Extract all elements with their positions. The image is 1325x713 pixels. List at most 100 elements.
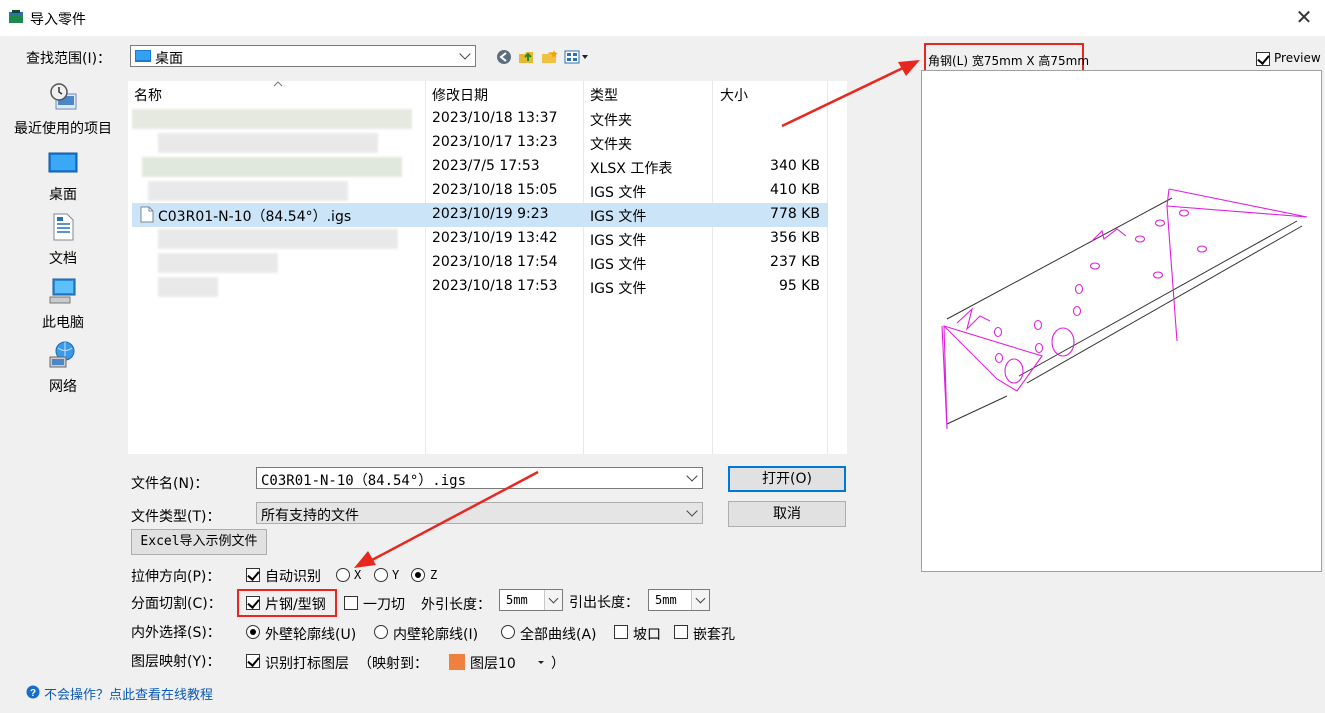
file-icon xyxy=(140,206,154,223)
file-type: IGS 文件 xyxy=(590,185,647,201)
file-row[interactable]: 2023/10/18 17:53 IGS 文件 95 KB xyxy=(128,275,828,299)
bevel-label: 坡口 xyxy=(633,627,661,643)
file-type: IGS 文件 xyxy=(590,209,647,225)
file-date: 2023/7/5 17:53 xyxy=(432,158,540,174)
file-row[interactable]: 2023/10/18 13:37 文件夹 xyxy=(128,107,828,131)
help-link[interactable]: 不会操作？点此查看在线教程 xyxy=(44,684,213,703)
part-preview-drawing xyxy=(941,188,1308,430)
file-size: 340 KB xyxy=(770,158,820,174)
all-curves-radio[interactable] xyxy=(501,625,515,639)
open-button[interactable]: 打开(O) xyxy=(728,466,846,492)
place-recent[interactable]: 最近使用的项目 xyxy=(4,82,122,138)
desktop-folder-icon xyxy=(135,50,151,62)
file-type: 文件夹 xyxy=(590,137,632,153)
outer-contour-radio[interactable] xyxy=(246,625,260,639)
filetype-label: 文件类型(T)： xyxy=(131,509,221,525)
layer-name[interactable]: 图层10 xyxy=(470,653,516,673)
blurred-filename xyxy=(148,181,348,201)
file-row-selected[interactable]: C03R01-N-10（84.54°）.igs 2023/10/19 9:23 … xyxy=(132,203,828,227)
preview-label: Preview xyxy=(1274,51,1321,65)
file-row[interactable]: 2023/10/19 13:42 IGS 文件 356 KB xyxy=(128,227,828,251)
up-folder-button[interactable] xyxy=(518,47,536,67)
column-header-size[interactable]: 大小 xyxy=(720,85,748,105)
filetype-select[interactable]: 所有支持的文件 xyxy=(256,502,703,524)
bevel-checkbox[interactable] xyxy=(614,625,628,639)
blurred-filename xyxy=(158,253,278,273)
plate-steel-label: 片钢/型钢 xyxy=(265,597,326,613)
app-icon xyxy=(9,10,23,23)
column-header-type[interactable]: 类型 xyxy=(590,85,618,105)
file-type: IGS 文件 xyxy=(590,257,647,273)
one-cut-checkbox[interactable] xyxy=(344,596,358,610)
lookin-value: 桌面 xyxy=(155,51,183,67)
cancel-button[interactable]: 取消 xyxy=(728,501,846,527)
radio-x-label: X xyxy=(354,568,362,582)
chevron-down-icon[interactable] xyxy=(686,470,698,482)
file-row[interactable]: 2023/10/17 13:23 文件夹 xyxy=(128,131,828,155)
blurred-filename xyxy=(158,277,218,297)
filename-input[interactable]: C03R01-N-10（84.54°）.igs xyxy=(256,467,703,489)
file-name: C03R01-N-10（84.54°）.igs xyxy=(158,209,352,225)
auto-detect-label: 自动识别 xyxy=(265,569,321,585)
place-network-label: 网络 xyxy=(49,379,77,395)
auto-detect-checkbox[interactable] xyxy=(246,568,260,582)
inout-label: 内外选择(S)： xyxy=(131,625,221,641)
place-documents-label: 文档 xyxy=(49,251,77,267)
chevron-down-icon xyxy=(686,505,698,517)
place-network[interactable]: 网络 xyxy=(4,340,122,396)
help-icon[interactable]: ? xyxy=(26,685,40,699)
nested-hole-checkbox[interactable] xyxy=(674,625,688,639)
file-type: 文件夹 xyxy=(590,113,632,129)
column-header-date[interactable]: 修改日期 xyxy=(432,85,488,105)
file-type: IGS 文件 xyxy=(590,281,647,297)
documents-icon xyxy=(53,213,74,241)
preview-panel xyxy=(921,70,1322,572)
filename-label: 文件名(N)： xyxy=(131,476,209,492)
file-row[interactable]: 2023/10/18 15:05 IGS 文件 410 KB xyxy=(128,179,828,203)
lead-length-value: 5mm xyxy=(655,593,677,607)
lookin-combo[interactable]: 桌面 xyxy=(130,45,476,67)
place-documents[interactable]: 文档 xyxy=(4,212,122,268)
place-desktop[interactable]: 桌面 xyxy=(4,148,122,204)
file-type: IGS 文件 xyxy=(590,233,647,249)
file-date: 2023/10/18 13:37 xyxy=(432,110,558,126)
chevron-down-icon[interactable] xyxy=(691,590,709,610)
excel-example-button[interactable]: Excel导入示例文件 xyxy=(131,529,267,555)
plate-steel-checkbox[interactable] xyxy=(246,596,260,610)
lead-length-label: 引出长度： xyxy=(569,595,639,611)
radio-x[interactable] xyxy=(336,568,350,582)
radio-z[interactable] xyxy=(411,568,425,582)
file-list[interactable]: 名称 修改日期 类型 大小 2023/10/18 13:37 文件夹 2023/… xyxy=(128,81,847,454)
outer-contour-label: 外壁轮廓线(U) xyxy=(265,627,357,643)
back-button[interactable] xyxy=(496,47,512,67)
file-date: 2023/10/19 9:23 xyxy=(432,206,549,222)
split-label: 分面切割(C)： xyxy=(131,596,222,612)
file-row[interactable]: 2023/7/5 17:53 XLSX 工作表 340 KB xyxy=(128,155,828,179)
place-desktop-label: 桌面 xyxy=(49,187,77,203)
chevron-down-icon xyxy=(459,48,471,60)
map-to-prefix: （映射到： xyxy=(358,656,428,672)
layer-label: 图层映射(Y)： xyxy=(131,654,221,670)
file-size: 778 KB xyxy=(770,206,820,222)
blurred-filename xyxy=(142,157,402,177)
place-computer[interactable]: 此电脑 xyxy=(4,276,122,332)
blurred-filename xyxy=(158,133,378,153)
view-menu-button[interactable] xyxy=(564,47,592,67)
file-row[interactable]: 2023/10/18 17:54 IGS 文件 237 KB xyxy=(128,251,828,275)
close-button[interactable]: ✕ xyxy=(1283,0,1325,36)
radio-y[interactable] xyxy=(374,568,388,582)
inner-contour-radio[interactable] xyxy=(374,625,388,639)
recent-items-icon xyxy=(50,83,77,110)
preview-checkbox[interactable] xyxy=(1256,52,1270,66)
outer-length-select[interactable]: 5mm xyxy=(499,589,563,611)
new-folder-button[interactable] xyxy=(541,47,559,67)
caret-down-icon[interactable] xyxy=(537,660,545,666)
file-size: 356 KB xyxy=(770,230,820,246)
column-header-name[interactable]: 名称 xyxy=(134,85,162,105)
lead-length-select[interactable]: 5mm xyxy=(648,589,710,611)
place-recent-label: 最近使用的项目 xyxy=(14,121,112,137)
chevron-down-icon[interactable] xyxy=(544,590,562,610)
recognize-layer-checkbox[interactable] xyxy=(246,654,260,668)
file-size: 237 KB xyxy=(770,254,820,270)
up-folder-icon xyxy=(519,52,533,63)
